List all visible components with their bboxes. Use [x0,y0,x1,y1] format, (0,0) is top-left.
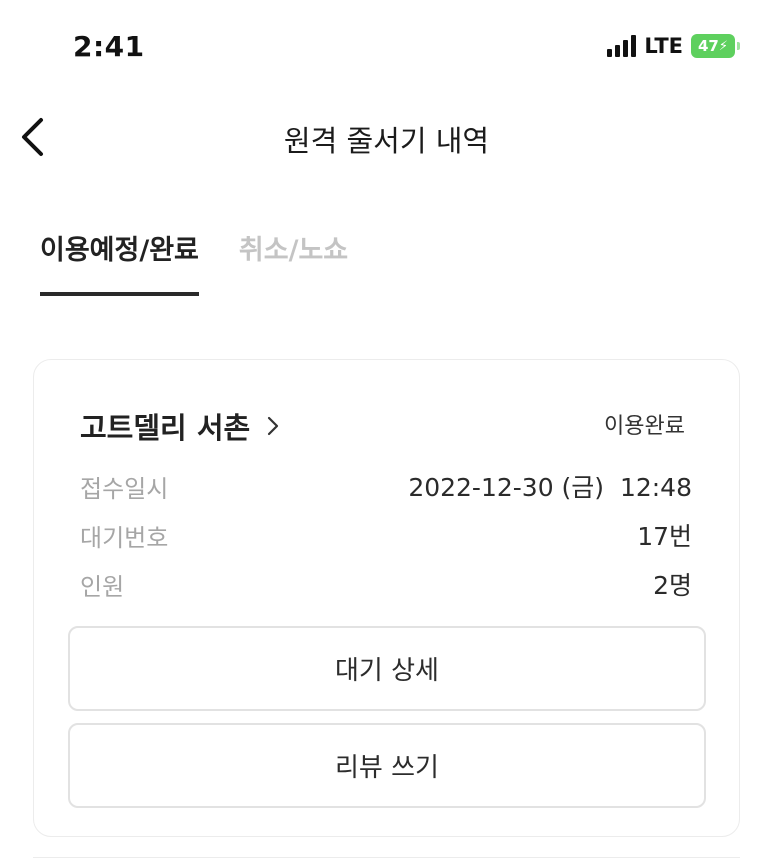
page-title: 원격 줄서기 내역 [283,124,490,158]
status-bar: 2:41 LTE 47 ⚡ [0,0,773,100]
next-card-edge [33,857,740,861]
tab-label: 이용예정/완료 [40,235,199,266]
network-label: LTE [644,34,683,58]
tab-upcoming-completed[interactable]: 이용예정/완료 [40,220,199,296]
reservation-card: 고트델리 서촌 이용완료 접수일시 2022-12-30 (금) 12:48 대… [33,359,740,837]
info-value: 2022-12-30 (금) 12:48 [408,473,692,502]
info-label: 접수일시 [80,474,169,503]
battery-charging-icon: 47 ⚡ [691,34,740,58]
info-row-party-size: 인원 2명 [80,564,692,604]
info-row-waiting-number: 대기번호 17번 [80,515,692,555]
status-time: 2:41 [73,30,145,63]
info-label: 대기번호 [80,523,169,552]
tab-cancelled-noshow[interactable]: 취소/노쇼 [239,220,348,288]
status-indicators: LTE 47 ⚡ [607,34,740,58]
status-badge: 이용완료 [604,414,685,439]
info-value: 17번 [637,522,692,551]
info-label: 인원 [80,572,125,601]
tab-active-indicator [40,292,199,296]
nav-header: 원격 줄서기 내역 [0,100,773,175]
battery-level: 47 [697,37,719,55]
chevron-right-icon [268,416,279,436]
waiting-detail-button[interactable]: 대기 상세 [68,626,706,711]
write-review-button[interactable]: 리뷰 쓰기 [68,723,706,808]
tab-label: 취소/노쇼 [238,235,349,266]
store-name: 고트델리 서촌 [80,411,251,445]
info-row-received: 접수일시 2022-12-30 (금) 12:48 [80,466,692,506]
signal-icon [607,35,637,57]
tab-bar: 이용예정/완료 취소/노쇼 [40,220,348,296]
store-link[interactable]: 고트델리 서촌 [80,405,280,447]
info-value: 2명 [653,571,692,600]
